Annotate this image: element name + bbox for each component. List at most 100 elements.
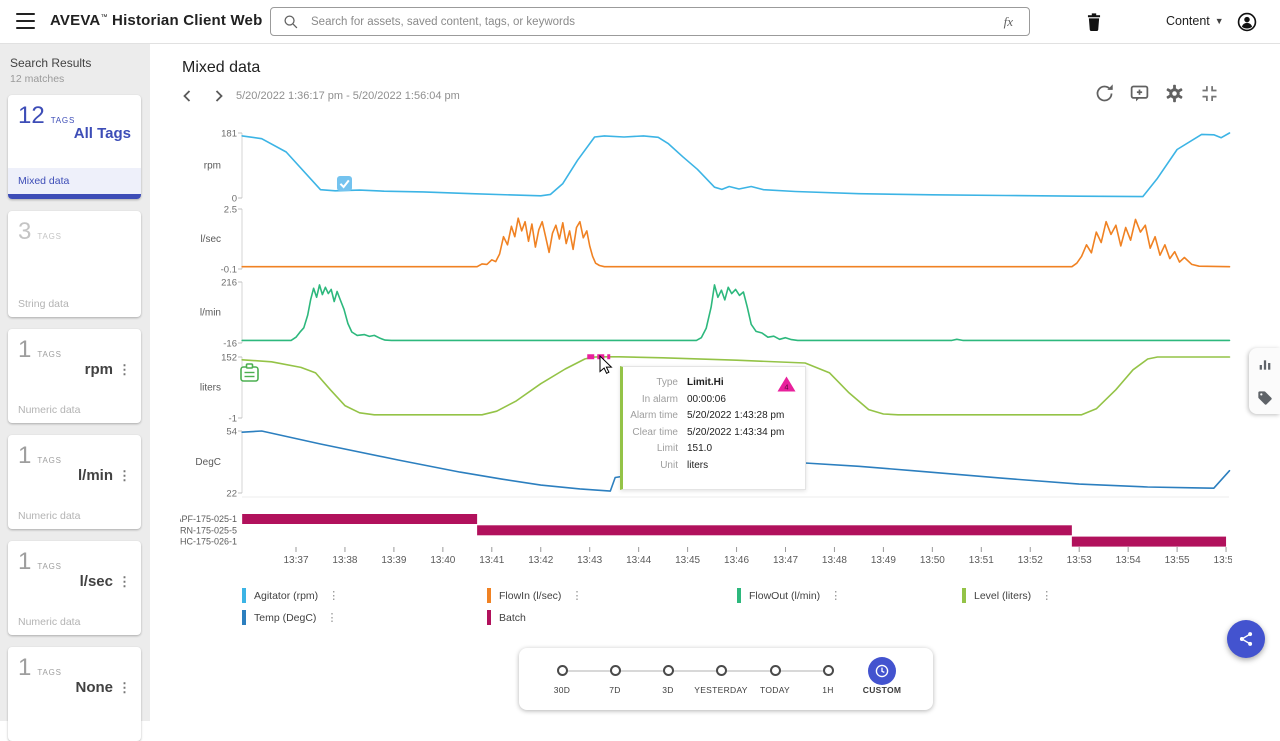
legend-label: Agitator (rpm) <box>254 589 319 602</box>
tag-group-card-l-sec[interactable]: 1 TAGS l/sec ⋮ Numeric data <box>8 541 141 635</box>
svg-text:13:55: 13:55 <box>1165 555 1190 566</box>
svg-text:rpm: rpm <box>204 161 221 172</box>
tags-panel-button[interactable] <box>1249 381 1280 414</box>
tag-group-card-all-tags[interactable]: 12 TAGS All Tags Mixed data <box>8 95 141 199</box>
legend-menu-kebab[interactable]: ⋮ <box>328 589 339 602</box>
search-input[interactable] <box>309 14 1000 29</box>
tag-group-card-string-data[interactable]: 3 TAGS String data <box>8 211 141 317</box>
legend-menu-kebab[interactable]: ⋮ <box>326 611 337 624</box>
card-menu-kebab[interactable]: ⋮ <box>116 680 133 696</box>
duration-option-label[interactable]: TODAY <box>760 685 790 695</box>
svg-text:13:49: 13:49 <box>871 555 896 566</box>
card-menu-kebab[interactable]: ⋮ <box>116 468 133 484</box>
svg-text:13:41: 13:41 <box>479 555 504 566</box>
tag-count-label: TAGS <box>37 350 62 359</box>
global-search[interactable]: fx <box>270 7 1030 36</box>
svg-text:13:56: 13:56 <box>1214 555 1232 566</box>
tag-group-card-rpm[interactable]: 1 TAGS rpm ⋮ Numeric data <box>8 329 141 423</box>
batch-label: BRN-175-025-5 <box>180 525 237 535</box>
duration-option-custom[interactable] <box>868 657 896 685</box>
svg-text:l/min: l/min <box>200 308 221 319</box>
duration-option-today[interactable] <box>769 665 781 676</box>
svg-text:13:53: 13:53 <box>1067 555 1092 566</box>
card-menu-kebab[interactable]: ⋮ <box>116 574 133 590</box>
svg-text:13:50: 13:50 <box>920 555 945 566</box>
card-title: l/sec ⋮ <box>79 573 133 590</box>
duration-option-label[interactable]: 1H <box>822 685 833 695</box>
tooltip-label: Unit <box>660 459 678 471</box>
legend-item-flowin-l-sec-[interactable]: FlowIn (l/sec) ⋮ <box>487 588 582 603</box>
duration-picker: 30D 7D 3D YESTERDAY TODAY 1H CUSTOM <box>519 648 933 710</box>
chart-panel-button[interactable] <box>1249 348 1280 381</box>
legend-swatch <box>242 588 246 603</box>
card-footer: Numeric data <box>18 510 81 522</box>
tag-group-card-none[interactable]: 1 TAGS None ⋮ <box>8 647 141 741</box>
duration-option-3d[interactable] <box>662 665 674 676</box>
menu-icon[interactable] <box>16 13 35 30</box>
tooltip-value: 00:00:06 <box>687 393 726 405</box>
legend-menu-kebab[interactable]: ⋮ <box>1041 589 1052 602</box>
svg-text:13:40: 13:40 <box>430 555 455 566</box>
svg-text:13:47: 13:47 <box>773 555 798 566</box>
legend-item-flowout-l-min-[interactable]: FlowOut (l/min) ⋮ <box>737 588 841 603</box>
settings-gear-icon[interactable] <box>1164 83 1185 104</box>
tooltip-value: liters <box>687 459 709 471</box>
card-title: All Tags <box>73 125 131 142</box>
series-flowout <box>241 284 1231 342</box>
search-results-sidebar: Search Results 12 matches 12 TAGS All Tags… <box>0 44 150 741</box>
duration-option-label[interactable]: 3D <box>662 685 673 695</box>
trash-icon[interactable] <box>1083 11 1105 33</box>
svg-text:0: 0 <box>232 194 237 205</box>
alarm-count: 4 <box>784 382 788 391</box>
duration-option-7d[interactable] <box>609 665 621 676</box>
note-annotation-icon <box>240 363 259 382</box>
check-annotation-icon <box>337 176 352 191</box>
svg-text:-1: -1 <box>229 414 237 425</box>
share-button[interactable] <box>1227 620 1265 658</box>
account-icon[interactable] <box>1236 11 1258 33</box>
legend-item-level-liters-[interactable]: Level (liters) ⋮ <box>962 588 1052 603</box>
duration-option-1h[interactable] <box>822 665 834 676</box>
duration-option-label[interactable]: YESTERDAY <box>694 685 748 695</box>
tooltip-label: Alarm time <box>630 410 678 421</box>
tag-group-card-l-min[interactable]: 1 TAGS l/min ⋮ Numeric data <box>8 435 141 529</box>
tag-count-label: TAGS <box>50 116 76 125</box>
refresh-icon[interactable] <box>1094 83 1115 104</box>
next-range-button[interactable] <box>210 88 226 104</box>
top-app-bar: AVEVA™ Historian Client Web fx Content▼ <box>0 0 1280 44</box>
tag-count: 3 <box>18 218 32 245</box>
sidebar-match-count: 12 matches <box>10 73 65 85</box>
duration-option-label[interactable]: CUSTOM <box>863 685 901 695</box>
app-title: AVEVA™ Historian Client Web <box>50 12 263 29</box>
card-menu-kebab[interactable]: ⋮ <box>116 362 133 378</box>
legend-label: FlowOut (l/min) <box>749 589 821 602</box>
card-footer[interactable]: Mixed data <box>8 168 141 194</box>
legend-item-batch[interactable]: Batch <box>487 610 526 625</box>
svg-text:DegC: DegC <box>195 457 221 468</box>
legend-menu-kebab[interactable]: ⋮ <box>830 589 841 602</box>
svg-text:13:37: 13:37 <box>283 555 308 566</box>
legend-item-temp-degc-[interactable]: Temp (DegC) ⋮ <box>242 610 337 625</box>
legend-item-agitator-rpm-[interactable]: Agitator (rpm) ⋮ <box>242 588 339 603</box>
content-menu-dropdown[interactable]: Content ▼ <box>1166 14 1224 28</box>
previous-range-button[interactable] <box>180 88 196 104</box>
page-title: Mixed data <box>182 59 261 76</box>
add-annotation-icon[interactable] <box>1129 83 1150 104</box>
legend-menu-kebab[interactable]: ⋮ <box>571 589 582 602</box>
trend-chart[interactable]: 181 0 rpm 2.5 -0.1 l/sec 216 -16 l/min 152 -1 liter… <box>173 110 1239 572</box>
tooltip-value: 5/20/2022 1:43:28 pm <box>687 410 785 421</box>
duration-option-label[interactable]: 30D <box>554 685 571 695</box>
duration-option-30d[interactable] <box>556 665 568 676</box>
card-title: None ⋮ <box>75 679 133 696</box>
duration-option-yesterday[interactable] <box>715 665 727 676</box>
collapse-icon[interactable] <box>1199 83 1220 104</box>
tooltip-label: Type <box>656 377 678 388</box>
svg-text:13:54: 13:54 <box>1116 555 1141 566</box>
legend-swatch <box>487 610 491 625</box>
svg-text:181: 181 <box>221 129 237 140</box>
side-tools-drawer <box>1249 348 1280 414</box>
duration-option-label[interactable]: 7D <box>609 685 620 695</box>
tag-icon <box>1257 390 1272 405</box>
series-flowin <box>241 217 1231 268</box>
expression-fx-icon[interactable]: fx <box>1000 14 1017 30</box>
